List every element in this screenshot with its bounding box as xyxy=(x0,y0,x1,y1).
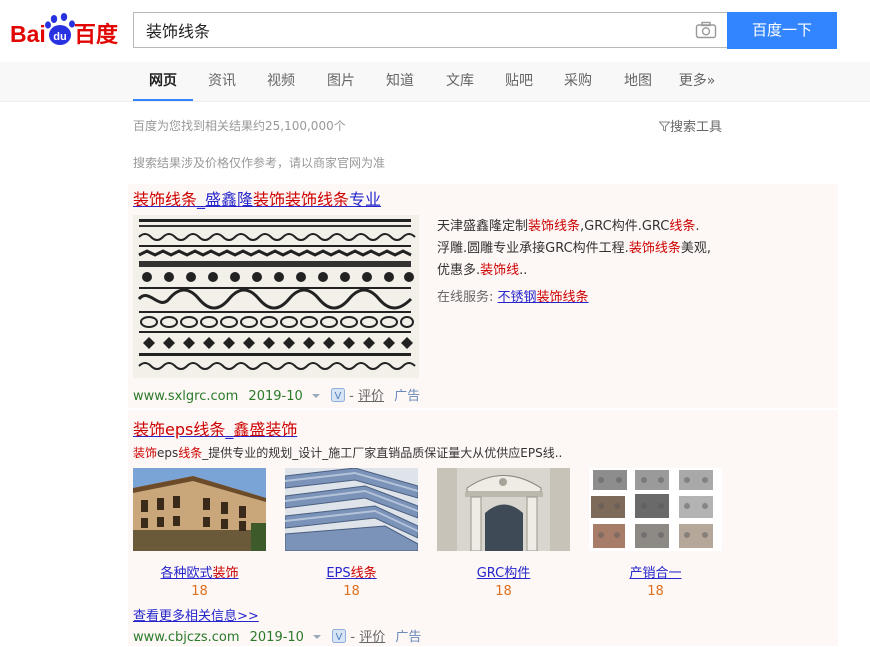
dropdown-arrow-icon[interactable] xyxy=(312,633,322,641)
result-2-url-line: www.cbjczs.com 2019-10 V - 评价 广告 xyxy=(133,629,422,645)
tab-map[interactable]: 地图 xyxy=(613,62,663,101)
result-1-title[interactable]: 装饰线条_盛鑫隆装饰装饰线条专业 xyxy=(133,186,381,210)
tab-more[interactable]: 更多» xyxy=(672,62,722,101)
image-caption-1[interactable]: 各种欧式装饰 xyxy=(133,562,266,581)
svg-text:du: du xyxy=(53,31,66,43)
search-button[interactable]: 百度一下 xyxy=(727,12,837,49)
result-2-title[interactable]: 装饰eps线条_鑫盛装饰 xyxy=(133,416,297,440)
svg-text:V: V xyxy=(335,391,342,402)
result-1-date: 2019-10 xyxy=(248,389,303,404)
paw-icon: du xyxy=(45,13,75,45)
filter-icon xyxy=(658,121,671,132)
result-1-url-line: www.sxlgrc.com 2019-10 V - 评价 广告 xyxy=(133,388,421,404)
tab-zhidao[interactable]: 知道 xyxy=(375,62,425,101)
header: Bai du 百度 百度一下 xyxy=(0,0,870,62)
search-input[interactable] xyxy=(134,13,674,47)
result-2-ad-label: 广告 xyxy=(395,630,422,645)
result-2-eval-link[interactable]: 评价 xyxy=(359,630,385,645)
dropdown-arrow-icon[interactable] xyxy=(311,392,321,400)
tab-bar: 网页 资讯 视频 图片 知道 文库 贴吧 采购 地图 更多» xyxy=(0,62,870,102)
online-service-link[interactable]: 不锈钢装饰线条 xyxy=(498,290,589,305)
svg-text:百度: 百度 xyxy=(74,22,119,48)
svg-text:V: V xyxy=(336,632,343,643)
tab-wenku[interactable]: 文库 xyxy=(435,62,485,101)
result-2-date: 2019-10 xyxy=(249,630,304,645)
search-tools[interactable]: 搜索工具 xyxy=(658,116,722,135)
camera-icon[interactable] xyxy=(695,21,717,39)
image-caption-3[interactable]: GRC构件 xyxy=(437,562,570,581)
image-count-2: 18 xyxy=(343,584,360,599)
image-count-1: 18 xyxy=(191,584,208,599)
result-2-url[interactable]: www.cbjczs.com xyxy=(133,630,240,645)
image-caption-2[interactable]: EPS线条 xyxy=(285,562,418,581)
verify-v-icon[interactable]: V xyxy=(331,388,346,402)
tab-tieba[interactable]: 贴吧 xyxy=(494,62,544,101)
verify-v-icon[interactable]: V xyxy=(332,629,347,643)
result-2-image-3[interactable] xyxy=(437,468,570,551)
baidu-logo[interactable]: Bai du 百度 xyxy=(10,10,125,50)
image-caption-4[interactable]: 产销合一 xyxy=(589,562,722,581)
tab-images[interactable]: 图片 xyxy=(316,62,366,101)
result-1-ad-label: 广告 xyxy=(394,389,421,404)
online-service: 在线服务: 不锈钢装饰线条 xyxy=(437,286,589,305)
result-1-description: 天津盛鑫隆定制装饰线条,GRC构件.GRC线条.浮雕.圆雕专业承接GRC构件工程… xyxy=(437,219,711,278)
svg-text:Bai: Bai xyxy=(10,21,46,47)
tab-video[interactable]: 视频 xyxy=(256,62,306,101)
result-2-description: 装饰eps线条_提供专业的规划_设计_施工厂家直销品质保证量大从优供应EPS线.… xyxy=(133,446,563,460)
more-info-link[interactable]: 查看更多相关信息>> xyxy=(133,605,259,624)
result-1-url[interactable]: www.sxlgrc.com xyxy=(133,389,238,404)
result-2-image-2[interactable] xyxy=(285,468,418,551)
price-notice: 搜索结果涉及价格仅作参考，请以商家官网为准 xyxy=(133,156,386,170)
baidu-logo-graphic: Bai du 百度 xyxy=(10,13,119,48)
tab-web[interactable]: 网页 xyxy=(133,62,193,101)
result-2-image-1[interactable] xyxy=(133,468,266,551)
image-count-4: 18 xyxy=(647,584,664,599)
result-1-image[interactable] xyxy=(133,215,419,378)
result-1-eval-link[interactable]: 评价 xyxy=(358,389,384,404)
image-count-3: 18 xyxy=(495,584,512,599)
result-2-image-4[interactable] xyxy=(589,468,722,551)
tab-news[interactable]: 资讯 xyxy=(197,62,247,101)
result-count: 百度为您找到相关结果约25,100,000个 xyxy=(133,119,346,133)
online-service-label: 在线服务: xyxy=(437,290,494,305)
tab-purchase[interactable]: 采购 xyxy=(553,62,603,101)
search-box xyxy=(133,12,727,48)
